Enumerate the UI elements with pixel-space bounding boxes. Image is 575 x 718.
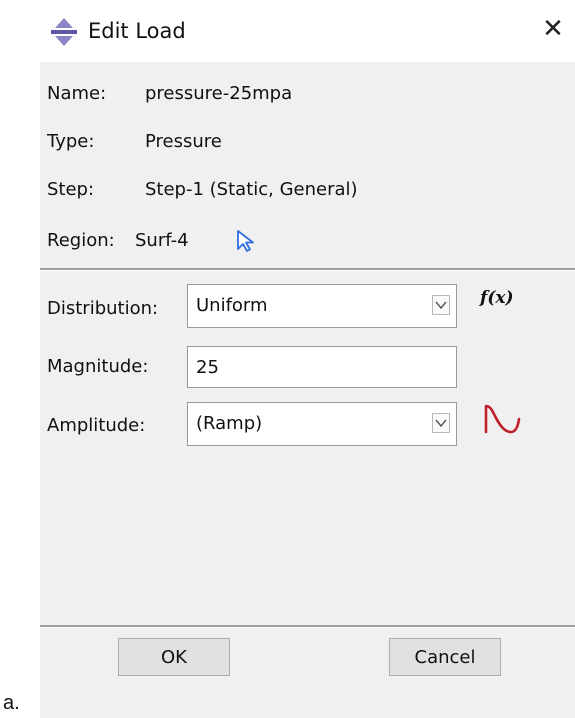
magnitude-input[interactable] <box>187 346 457 388</box>
ok-button[interactable]: OK <box>118 638 230 676</box>
distribution-label: Distribution: <box>47 298 159 319</box>
title-bar: Edit Load ✕ <box>40 0 575 62</box>
amplitude-label: Amplitude: <box>47 415 146 436</box>
bottom-separator <box>40 625 575 628</box>
chevron-down-icon <box>432 295 450 315</box>
amplitude-value: (Ramp) <box>196 413 263 434</box>
name-label: Name: <box>47 83 107 104</box>
amplitude-select[interactable]: (Ramp) <box>187 402 457 446</box>
magnitude-label: Magnitude: <box>47 356 149 377</box>
distribution-select[interactable]: Uniform <box>187 284 457 328</box>
edit-load-dialog: Edit Load ✕ Name: pressure-25mpa Type: P… <box>40 0 575 718</box>
page: a. Edit Load ✕ Name: pressure-25mpa Type… <box>0 0 575 718</box>
dialog-title: Edit Load <box>88 19 186 43</box>
fx-function-button[interactable]: f(x) <box>480 286 514 310</box>
figure-caption: a. <box>3 692 20 714</box>
type-label: Type: <box>47 131 95 152</box>
close-button[interactable]: ✕ <box>537 13 569 45</box>
amplitude-curve-icon[interactable] <box>482 402 522 436</box>
step-label: Step: <box>47 179 95 200</box>
chevron-down-icon <box>432 413 450 433</box>
load-arrows-icon <box>51 18 77 46</box>
name-value: pressure-25mpa <box>145 83 293 104</box>
step-value: Step-1 (Static, General) <box>145 179 358 200</box>
top-separator <box>40 268 575 271</box>
type-value: Pressure <box>145 131 222 152</box>
region-label: Region: <box>47 230 115 251</box>
cancel-button[interactable]: Cancel <box>389 638 501 676</box>
distribution-value: Uniform <box>196 295 268 316</box>
region-value: Surf-4 <box>135 230 189 251</box>
select-cursor-icon[interactable] <box>234 229 258 253</box>
